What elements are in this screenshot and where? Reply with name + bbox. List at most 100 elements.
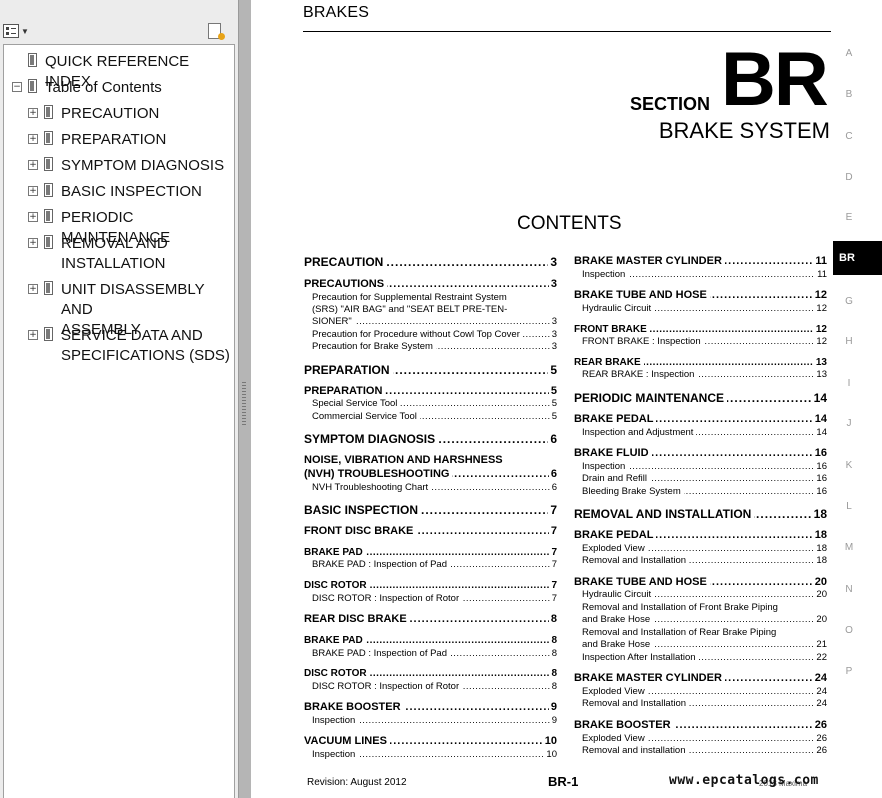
toc-entry[interactable]: Inspection 9	[312, 715, 557, 727]
toc-entry[interactable]: Drain and Refill 16	[582, 473, 827, 485]
toc-entry[interactable]: VACUUM LINES 10	[304, 735, 557, 748]
toc-entry[interactable]: Hydraulic Circuit 12	[582, 303, 827, 315]
expand-icon[interactable]: +	[28, 284, 38, 294]
toc-entry[interactable]: BRAKE TUBE AND HOSE 20	[574, 576, 827, 589]
toc-entry[interactable]: REAR BRAKE 13	[574, 357, 827, 369]
expand-icon[interactable]: +	[28, 134, 38, 144]
toc-entry[interactable]: DISC ROTOR 8	[304, 668, 557, 680]
bookmark-table-of-contents[interactable]: Table of Contents	[45, 78, 162, 98]
toc-entry[interactable]: DISC ROTOR : Inspection of Rotor 7	[312, 593, 557, 605]
toc-entry[interactable]: BRAKE PAD : Inspection of Pad 8	[312, 648, 557, 660]
toc-entry[interactable]: BRAKE FLUID 16	[574, 447, 827, 460]
toc-entry[interactable]: PREPARATION 5	[304, 363, 557, 377]
index-tab-n[interactable]: N	[844, 584, 854, 595]
expand-icon[interactable]: +	[28, 238, 38, 248]
bookmark-precaution[interactable]: PRECAUTION	[61, 104, 159, 124]
index-tab-m[interactable]: M	[844, 542, 854, 553]
toc-entry[interactable]: Bleeding Brake System 16	[582, 486, 827, 498]
index-tab-j[interactable]: J	[844, 418, 854, 429]
index-tab-c[interactable]: C	[844, 131, 854, 142]
toc-entry[interactable]: Removal and installation 26	[582, 745, 827, 757]
toc-entry[interactable]: BRAKE BOOSTER 26	[574, 719, 827, 732]
bookmark-tree[interactable]: QUICK REFERENCE INDEX − Table of Content…	[3, 44, 235, 798]
toc-entry[interactable]: Removal and Installation 18	[582, 555, 827, 567]
toc-entry[interactable]: (NVH) TROUBLESHOOTING 6	[304, 468, 557, 481]
toc-entry[interactable]: Removal and Installation of Rear Brake P…	[582, 627, 827, 639]
toc-entry[interactable]: Inspection 16	[582, 461, 827, 473]
toc-entry[interactable]: Precaution for Brake System 3	[312, 341, 557, 353]
toc-entry[interactable]: Inspection After Installation 22	[582, 652, 827, 664]
toc-entry-page: 9	[549, 715, 557, 727]
toc-entry[interactable]: BRAKE PAD 8	[304, 635, 557, 647]
toc-entry[interactable]: (SRS) "AIR BAG" and "SEAT BELT PRE-TEN-	[312, 304, 557, 316]
toc-entry[interactable]: Exploded View 26	[582, 733, 827, 745]
toc-entry[interactable]: Exploded View 24	[582, 686, 827, 698]
toc-entry[interactable]: PERIODIC MAINTENANCE 14	[574, 391, 827, 405]
toc-entry[interactable]: BRAKE PAD 7	[304, 547, 557, 559]
toc-entry[interactable]: Commercial Service Tool 5	[312, 411, 557, 423]
toc-entry[interactable]: Inspection and Adjustment 14	[582, 427, 827, 439]
expand-icon[interactable]: +	[28, 212, 38, 222]
bookmark-options-button[interactable]: ▼	[3, 22, 29, 40]
bookmark-service-data-and-specifications[interactable]: SERVICE DATA AND SPECIFICATIONS (SDS)	[61, 326, 230, 366]
toc-entry[interactable]: PREPARATION 5	[304, 385, 557, 398]
toc-entry[interactable]: BRAKE MASTER CYLINDER 11	[574, 255, 827, 268]
toc-entry[interactable]: SYMPTOM DIAGNOSIS 6	[304, 432, 557, 446]
index-tab-e[interactable]: E	[844, 212, 854, 223]
toc-entry[interactable]: FRONT BRAKE : Inspection 12	[582, 336, 827, 348]
index-tab-k[interactable]: K	[844, 460, 854, 471]
toc-entry[interactable]: Inspection 10	[312, 749, 557, 761]
index-tab-b[interactable]: B	[844, 89, 854, 100]
toc-entry[interactable]: BRAKE PAD : Inspection of Pad 7	[312, 559, 557, 571]
toc-entry[interactable]: Hydraulic Circuit 20	[582, 589, 827, 601]
toc-entry[interactable]: BASIC INSPECTION 7	[304, 503, 557, 517]
toc-entry[interactable]: BRAKE BOOSTER 9	[304, 701, 557, 714]
index-tab-h[interactable]: H	[844, 336, 854, 347]
toc-entry[interactable]: NOISE, VIBRATION AND HARSHNESS	[304, 454, 557, 467]
index-tab-l[interactable]: L	[844, 501, 854, 512]
toc-entry-page: 5	[548, 363, 557, 377]
index-tab-g[interactable]: G	[844, 296, 854, 307]
index-tab-a[interactable]: A	[844, 48, 854, 59]
bookmark-removal-and-installation[interactable]: REMOVAL AND INSTALLATION	[61, 234, 168, 274]
index-tab-o[interactable]: O	[844, 625, 854, 636]
toc-entry[interactable]: Removal and Installation of Front Brake …	[582, 602, 827, 614]
toc-entry[interactable]: PRECAUTIONS 3	[304, 278, 557, 291]
toc-entry[interactable]: REAR DISC BRAKE 8	[304, 613, 557, 626]
toc-entry[interactable]: REMOVAL AND INSTALLATION 18	[574, 507, 827, 521]
toc-entry[interactable]: and Brake Hose 20	[582, 614, 827, 626]
toc-entry[interactable]: Removal and Installation 24	[582, 698, 827, 710]
new-bookmark-button[interactable]	[208, 22, 228, 40]
toc-entry[interactable]: Inspection 11	[582, 269, 827, 281]
toc-entry[interactable]: Precaution for Supplemental Restraint Sy…	[312, 292, 557, 304]
toc-entry[interactable]: Exploded View 18	[582, 543, 827, 555]
toc-entry[interactable]: NVH Troubleshooting Chart 6	[312, 482, 557, 494]
toc-entry[interactable]: FRONT DISC BRAKE 7	[304, 525, 557, 538]
index-tab-p[interactable]: P	[844, 666, 854, 677]
toc-entry[interactable]: BRAKE PEDAL 18	[574, 529, 827, 542]
index-tab-br-active[interactable]: BR	[833, 241, 882, 275]
toc-entry[interactable]: Precaution for Procedure without Cowl To…	[312, 329, 557, 341]
panel-splitter[interactable]	[238, 0, 251, 798]
toc-entry[interactable]: Special Service Tool 5	[312, 398, 557, 410]
collapse-icon[interactable]: −	[12, 82, 22, 92]
index-tab-d[interactable]: D	[844, 172, 854, 183]
index-tab-i[interactable]: I	[844, 378, 854, 389]
expand-icon[interactable]: +	[28, 160, 38, 170]
toc-entry[interactable]: DISC ROTOR : Inspection of Rotor 8	[312, 681, 557, 693]
bookmark-symptom-diagnosis[interactable]: SYMPTOM DIAGNOSIS	[61, 156, 224, 176]
toc-entry[interactable]: PRECAUTION 3	[304, 255, 557, 269]
toc-entry[interactable]: and Brake Hose 21	[582, 639, 827, 651]
toc-entry[interactable]: BRAKE PEDAL 14	[574, 413, 827, 426]
toc-entry[interactable]: FRONT BRAKE 12	[574, 324, 827, 336]
toc-entry[interactable]: DISC ROTOR 7	[304, 580, 557, 592]
toc-entry[interactable]: BRAKE TUBE AND HOSE 12	[574, 289, 827, 302]
bookmark-basic-inspection[interactable]: BASIC INSPECTION	[61, 182, 202, 202]
expand-icon[interactable]: +	[28, 108, 38, 118]
toc-entry[interactable]: REAR BRAKE : Inspection 13	[582, 369, 827, 381]
expand-icon[interactable]: +	[28, 330, 38, 340]
bookmark-preparation[interactable]: PREPARATION	[61, 130, 166, 150]
toc-entry[interactable]: BRAKE MASTER CYLINDER 24	[574, 672, 827, 685]
toc-entry[interactable]: SIONER" 3	[312, 316, 557, 328]
expand-icon[interactable]: +	[28, 186, 38, 196]
